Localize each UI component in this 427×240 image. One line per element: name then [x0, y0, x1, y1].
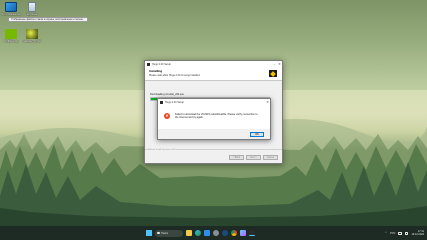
network-icon[interactable]: [398, 231, 402, 235]
next-button[interactable]: Next >: [246, 155, 261, 160]
taskbar-center: Поиск: [146, 226, 255, 240]
desktop-icon-nekoray[interactable]: nekoray_v1.0.0: [21, 29, 43, 43]
installer-heading: Installing: [149, 69, 163, 73]
chrome-icon[interactable]: [231, 230, 237, 236]
settings-icon[interactable]: [213, 230, 219, 236]
installer-title: Hugo 2.00 Setup: [152, 62, 171, 66]
store-icon[interactable]: [204, 230, 210, 236]
desktop-icon-label: nekoray_v1.0.0: [23, 40, 41, 43]
cancel-button[interactable]: Cancel: [263, 155, 278, 160]
recycle-bin-icon: [28, 2, 36, 12]
search-icon: [157, 231, 160, 235]
setup-app-icon: [160, 100, 163, 104]
volume-icon[interactable]: [404, 231, 409, 235]
search-placeholder: Поиск: [161, 231, 169, 235]
back-button[interactable]: < Back: [229, 155, 244, 160]
desktop-icon-nvidia-app[interactable]: NVIDIA App: [0, 29, 22, 43]
start-icon[interactable]: [146, 230, 152, 236]
desktop-icon-label: NVIDIA App: [4, 40, 18, 43]
nullsoft-brand: Nullsoft Install System v3.08: [148, 149, 177, 151]
taskbar: Поиск ⌃ РУС 17:11 19.12.2024: [0, 226, 427, 240]
installer-icon[interactable]: [249, 230, 255, 236]
installer-header: Installing Please wait while Hugo 2.00 i…: [145, 67, 282, 81]
show-hidden-icons-icon[interactable]: ⌃: [385, 231, 388, 235]
setup-app-icon: [147, 62, 150, 66]
edge-icon[interactable]: [195, 230, 201, 236]
system-tray: ⌃ РУС 17:11 19.12.2024: [385, 226, 424, 240]
dialog-title: Hugo 2.00 Setup: [165, 100, 184, 104]
clock[interactable]: 17:11 19.12.2024: [411, 230, 424, 236]
desktop-icon-label: Этот компьютер: [1, 13, 21, 16]
nvidia-icon: [5, 29, 17, 39]
installer-subheading: Please wait while Hugo 2.00 is being ins…: [149, 74, 201, 77]
clock-date: 19.12.2024: [411, 233, 424, 236]
file-explorer-icon[interactable]: [186, 230, 192, 236]
nekoray-icon: [26, 29, 38, 39]
desktop-icon-label: Корзина: [27, 13, 37, 16]
recycle-bin-tooltip: Отображение файлов и папок в корзине, во…: [8, 17, 88, 22]
desktop-icon-recycle-bin[interactable]: Корзина: [21, 2, 43, 16]
language-indicator[interactable]: РУС: [390, 232, 395, 235]
error-dialog: Hugo 2.00 Setup ✕ ✕ Failed to download t…: [157, 98, 271, 140]
dialog-body: ✕ Failed to download the VC2015 redistri…: [158, 105, 270, 131]
photos-icon[interactable]: [240, 230, 246, 236]
error-icon: ✕: [164, 113, 170, 119]
download-status: Downloading vcredist_x64.exe: [150, 93, 184, 96]
steam-icon[interactable]: [222, 230, 228, 236]
monitor-icon: [5, 2, 17, 12]
search-box[interactable]: Поиск: [155, 229, 183, 237]
ok-button[interactable]: OK: [250, 131, 264, 137]
hugo-logo-icon: [269, 70, 277, 77]
desktop-icon-this-pc[interactable]: Этот компьютер: [0, 2, 22, 16]
dialog-footer: OK: [158, 129, 270, 139]
